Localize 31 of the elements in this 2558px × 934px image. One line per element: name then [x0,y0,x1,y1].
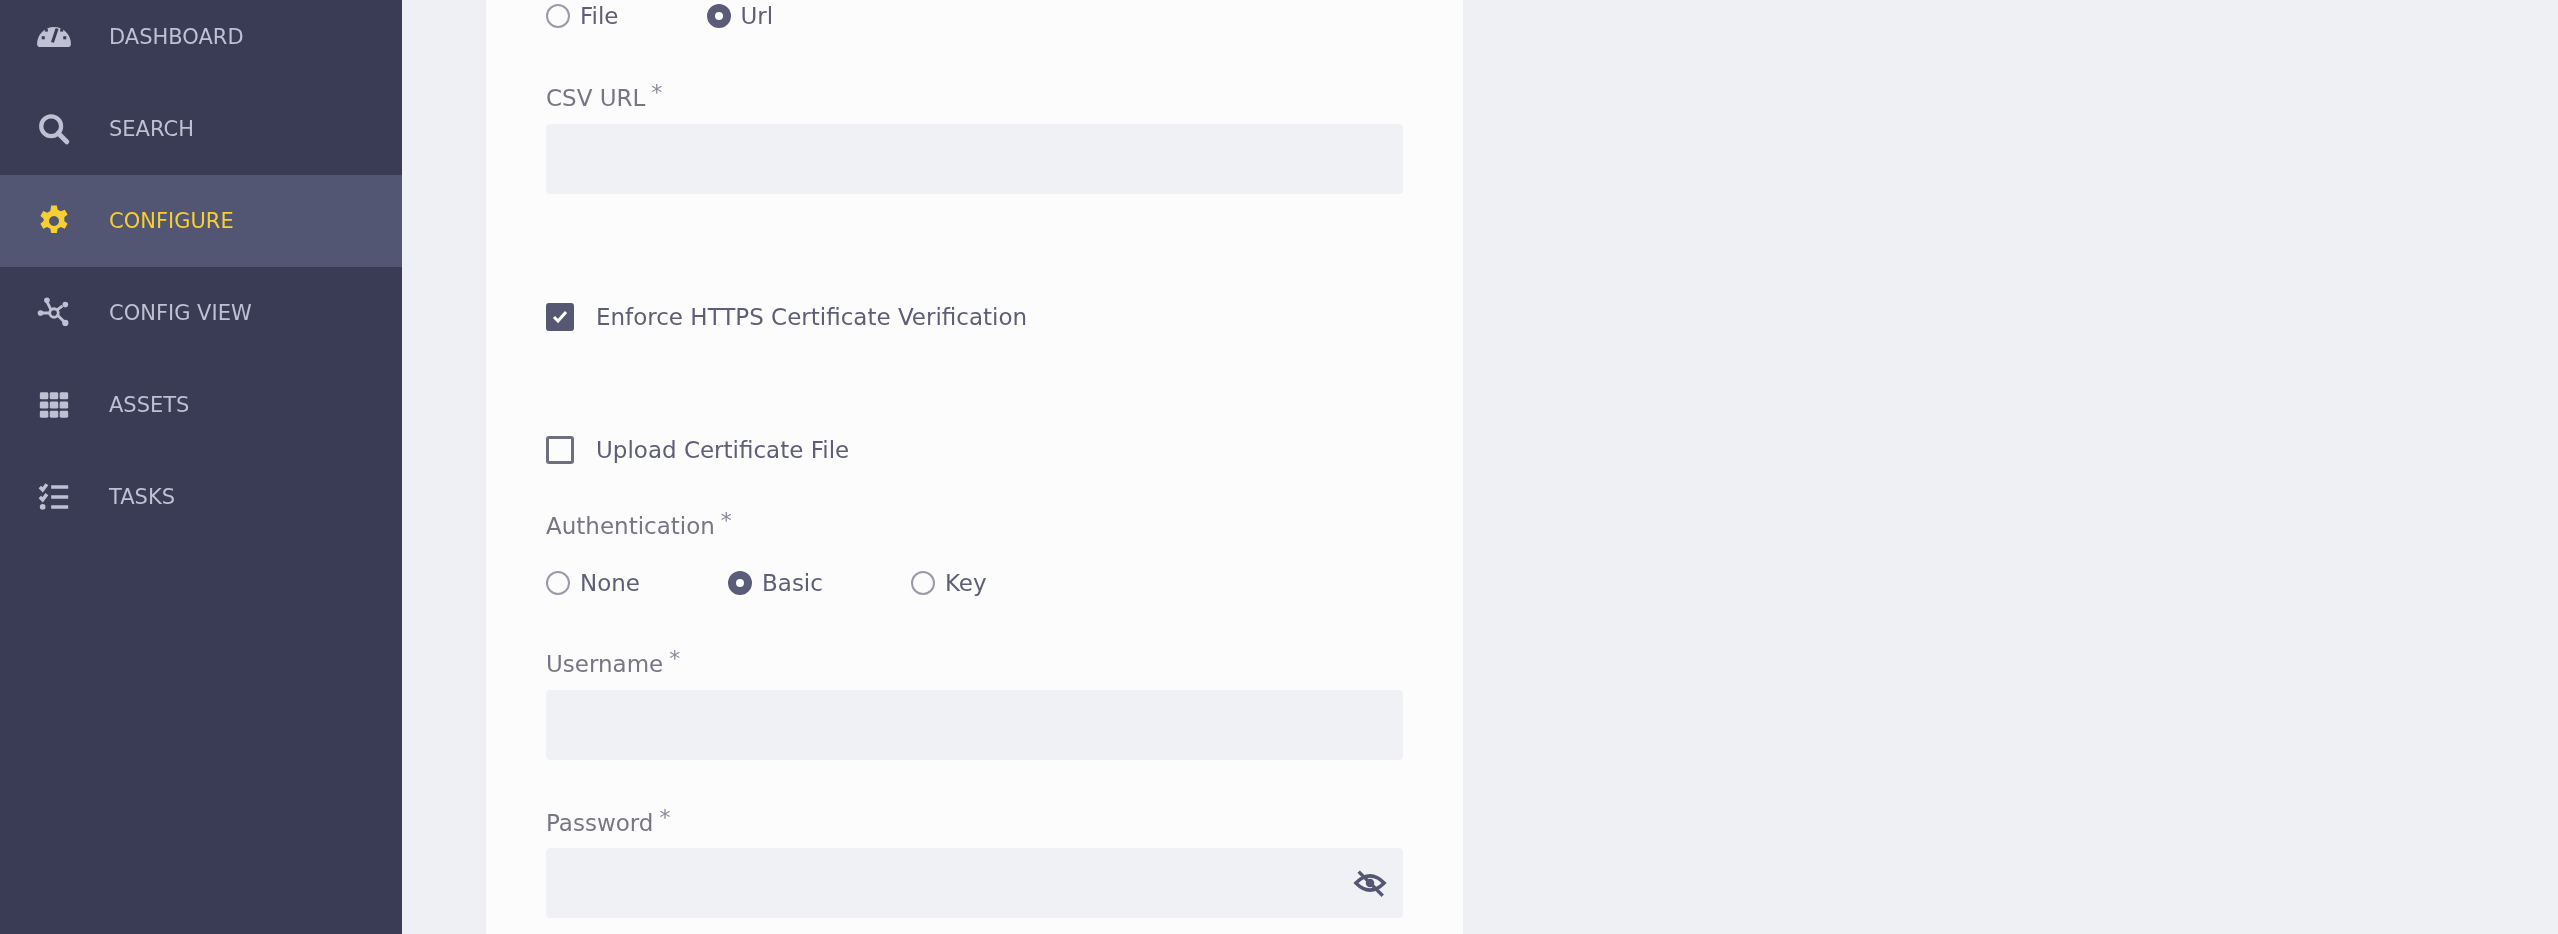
radio-label: Basic [762,570,823,596]
search-icon [37,112,71,146]
nav-item[interactable]: TASKS [0,451,402,543]
required-mark: * [669,646,681,671]
password-field[interactable] [546,848,1403,918]
required-mark: * [720,508,732,533]
checkbox[interactable] [546,303,574,331]
nav-item[interactable]: ASSETS [0,359,402,451]
radio-label: None [580,570,640,596]
required-mark: * [651,80,663,105]
nav-item[interactable]: SEARCH [0,83,402,175]
radio-option[interactable]: File [546,3,619,29]
field-label: Username [546,651,664,677]
gauge-icon [37,27,71,47]
nav-item[interactable]: CONFIG VIEW [0,267,402,359]
nav-item[interactable]: DASHBOARD [0,0,402,83]
radio-option[interactable]: Basic [728,570,823,596]
field-label: CSV URL [546,85,646,111]
radio-option[interactable]: None [546,570,640,596]
radio-label: Key [944,570,987,596]
radio-option[interactable]: Url [706,3,774,29]
field-label: Password [546,810,654,836]
radio-label: Url [740,3,774,29]
radio-label: File [580,3,619,29]
checkbox-label: Enforce HTTPS Certificate Verification [596,304,1028,330]
radio-option[interactable]: Key [910,570,987,596]
field-label: Authentication [546,513,715,539]
checkbox-label: Upload Certificate File [596,437,850,463]
required-mark: * [659,805,671,830]
checkbox[interactable] [546,436,574,464]
nav-item[interactable]: CONFIGURE [0,175,402,267]
